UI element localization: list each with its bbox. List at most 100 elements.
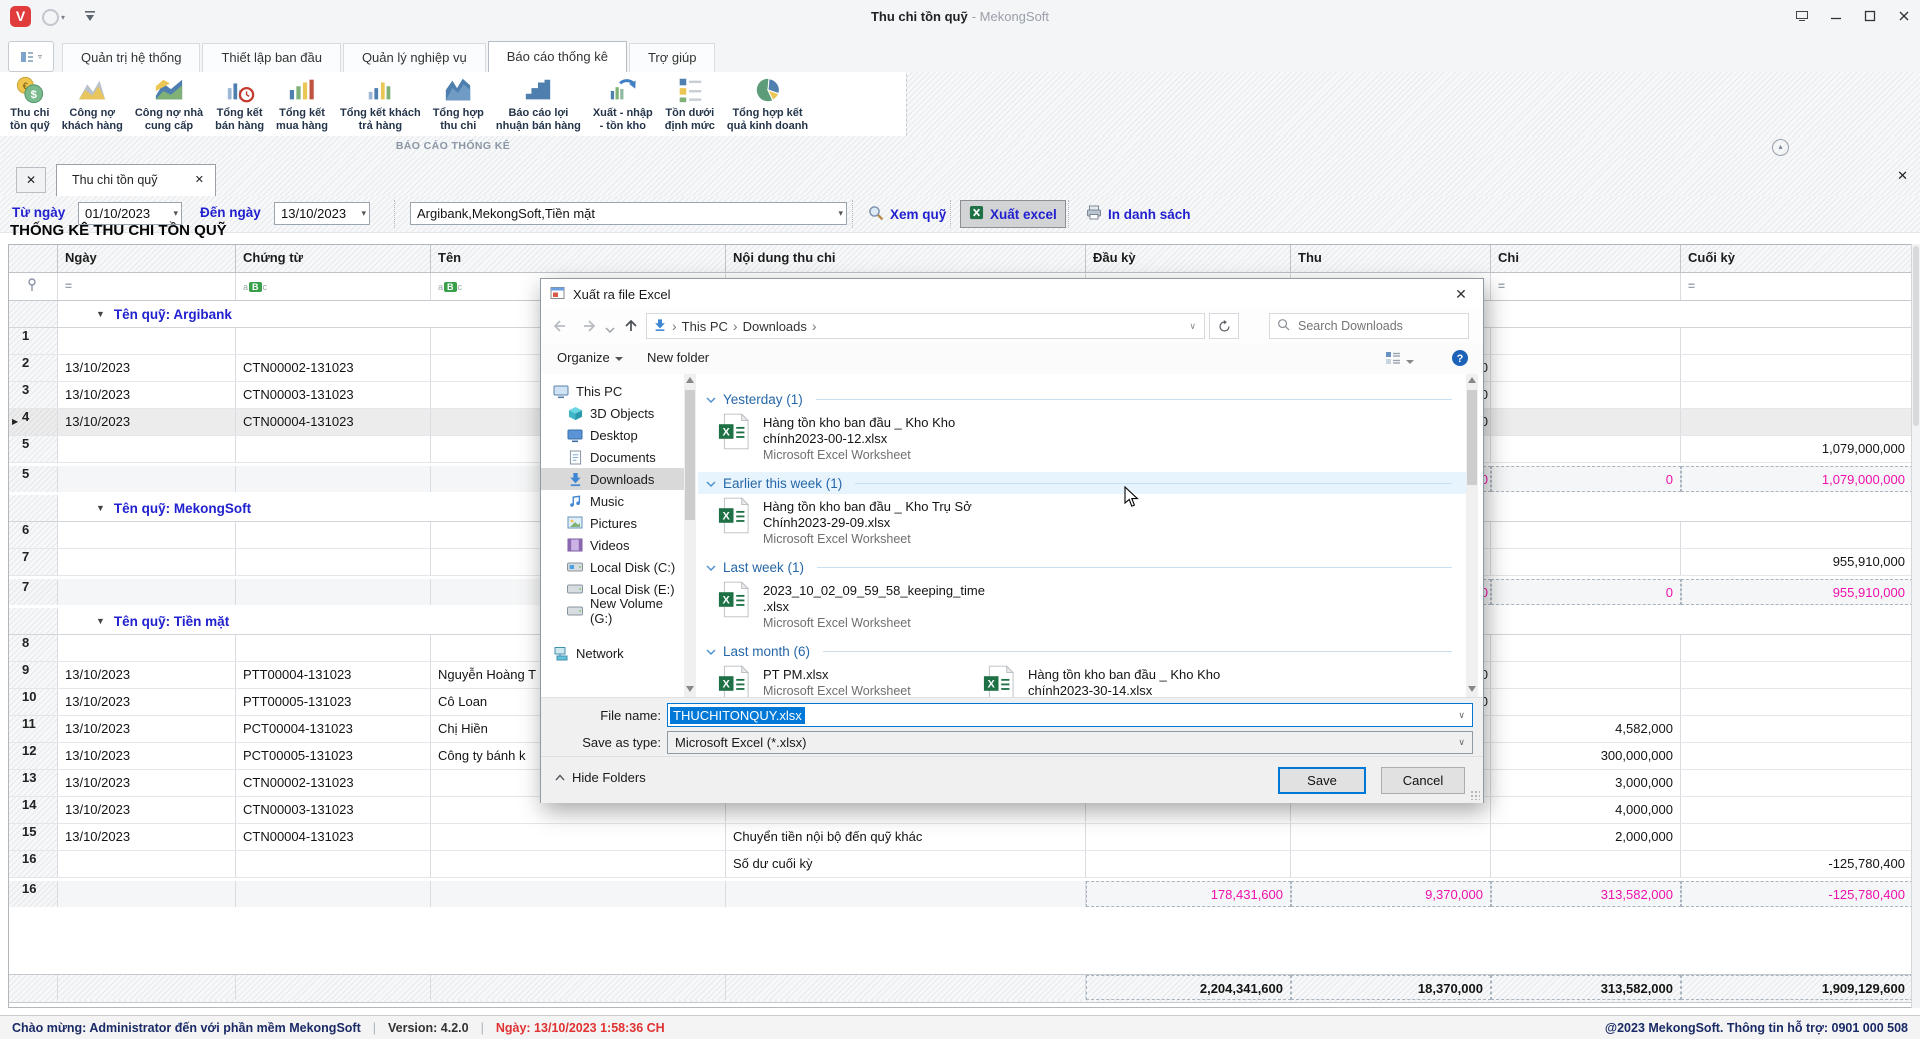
chevron-down-icon[interactable] <box>706 560 716 575</box>
ribbon-tab-0[interactable]: Quản trị hệ thống <box>62 43 200 72</box>
ribbon-item-tong-hop-thu-chi[interactable]: Tổng hợpthu chi <box>427 73 490 132</box>
close-tab-icon[interactable]: ✕ <box>195 173 204 186</box>
chevron-down-icon[interactable] <box>706 644 716 659</box>
filter-cell-equals[interactable]: = <box>1681 273 1912 300</box>
ribbon-item-thu-chi-ton-quy[interactable]: €$Thu chitồn quỹ <box>4 73 56 132</box>
sidebar-scrollbar[interactable] <box>684 374 696 697</box>
ribbon-item-cong-no-khach-hang[interactable]: Công nợkhách hàng <box>56 73 129 132</box>
sidebar-item-downloads[interactable]: Downloads <box>541 468 684 490</box>
chevron-down-icon[interactable] <box>605 322 615 337</box>
chevron-down-icon[interactable] <box>706 476 716 491</box>
sidebar-item-music[interactable]: Music <box>541 490 684 512</box>
ribbon-item-tong-ket-khach-tra-hang[interactable]: Tổng kết kháchtrả hàng <box>334 73 427 132</box>
column-header[interactable]: Tên <box>431 245 726 272</box>
scroll-up-icon[interactable] <box>1468 377 1476 385</box>
ribbon-tab-2[interactable]: Quản lý nghiệp vụ <box>343 43 486 72</box>
chevron-down-icon[interactable]: ▾ <box>173 203 178 224</box>
chevron-down-icon[interactable]: ∨ <box>1458 737 1465 748</box>
search-box[interactable] <box>1269 313 1469 339</box>
filter-cell-pin[interactable] <box>9 273 58 300</box>
help-icon[interactable]: ? <box>1451 349 1469 370</box>
hide-folders-button[interactable]: Hide Folders <box>555 770 646 785</box>
save-type-select[interactable]: Microsoft Excel (*.xlsx) ∨ <box>667 731 1473 754</box>
sidebar-item-pictures[interactable]: Pictures <box>541 512 684 534</box>
file-item[interactable]: XPT PM.xlsxMicrosoft Excel Worksheet <box>718 665 978 697</box>
address-bar[interactable]: › This PC › Downloads › ∨ <box>646 313 1205 339</box>
close-all-tabs-button[interactable]: ✕ <box>16 167 46 193</box>
up-icon[interactable] <box>623 318 639 337</box>
filter-cell-equals[interactable]: = <box>58 273 236 300</box>
ribbon-item-bao-cao-loi-nhuan-ban-hang[interactable]: Báo cáo lợinhuận bán hàng <box>490 73 587 132</box>
data-row[interactable]: 1513/10/2023CTN00004-131023Chuyển tiền n… <box>9 824 1911 851</box>
scrollbar-thumb[interactable] <box>1913 246 1919 426</box>
ribbon-item-cong-no-nha-cung-cap[interactable]: Công nợ nhàcung cấp <box>129 73 209 132</box>
file-item[interactable]: XHàng tồn kho ban đầu _ Kho Khochính2023… <box>718 413 978 463</box>
chevron-down-icon[interactable]: ▾ <box>838 203 843 224</box>
tab-thu-chi-ton-quy[interactable]: Thu chi tồn quỹ ✕ <box>56 164 216 197</box>
print-list-button[interactable]: In danh sách <box>1078 201 1199 227</box>
collapse-group-icon[interactable]: ▼ <box>96 503 105 513</box>
scroll-down-icon[interactable] <box>686 686 694 694</box>
fund-select[interactable]: Argibank,MekongSoft,Tiền mặt▾ <box>410 202 847 225</box>
close-icon[interactable] <box>1896 10 1912 25</box>
sidebar-item-network[interactable]: Network <box>541 642 684 664</box>
to-date-input[interactable]: 13/10/2023▾ <box>274 202 370 225</box>
ribbon-item-xuat-nhap-ton-kho[interactable]: Xuất - nhập- tồn kho <box>587 73 659 132</box>
breadcrumb-downloads[interactable]: Downloads <box>743 319 807 334</box>
sidebar-item-documents[interactable]: Documents <box>541 446 684 468</box>
scrollbar-thumb[interactable] <box>1467 390 1477 485</box>
filter-cell-abc[interactable]: aBc <box>236 273 431 300</box>
collapse-group-icon[interactable]: ▼ <box>96 309 105 319</box>
sidebar-item-local-disk-c[interactable]: Local Disk (C:) <box>541 556 684 578</box>
cancel-button[interactable]: Cancel <box>1381 767 1465 794</box>
column-header[interactable]: Chi <box>1491 245 1681 272</box>
breadcrumb-this-pc[interactable]: This PC <box>682 319 728 334</box>
new-folder-button[interactable]: New folder <box>647 350 709 365</box>
file-name-input[interactable]: THUCHITONQUY.xlsx ∨ <box>667 703 1473 727</box>
ribbon-tab-3[interactable]: Báo cáo thống kê <box>488 41 627 73</box>
close-icon[interactable]: ✕ <box>1439 279 1483 309</box>
ribbon-tab-4[interactable]: Trợ giúp <box>629 43 716 72</box>
scrollbar-thumb[interactable] <box>685 390 695 520</box>
column-header[interactable]: Thu <box>1291 245 1491 272</box>
search-input[interactable] <box>1296 318 1450 334</box>
sidebar-item-videos[interactable]: Videos <box>541 534 684 556</box>
column-header[interactable]: Nội dung thu chi <box>726 245 1086 272</box>
column-header[interactable]: Cuối kỳ <box>1681 245 1912 272</box>
chevron-down-icon[interactable] <box>706 392 716 407</box>
view-mode-icon[interactable] <box>1385 351 1414 368</box>
sidebar-item-3d-objects[interactable]: 3D Objects <box>541 402 684 424</box>
maximize-icon[interactable] <box>1862 10 1878 25</box>
chevron-down-icon[interactable]: ▾ <box>361 203 366 224</box>
collapse-ribbon-icon[interactable]: ▴ <box>1772 139 1789 156</box>
collapse-group-icon[interactable]: ▼ <box>96 616 105 626</box>
fit-screen-icon[interactable] <box>1794 10 1810 25</box>
ribbon-item-tong-hop-ket-qua-kinh-doanh[interactable]: Tổng hợp kếtquả kinh doanh <box>721 73 814 132</box>
minimize-icon[interactable] <box>1828 10 1844 25</box>
sidebar-item-this-pc[interactable]: This PC <box>541 380 684 402</box>
column-header[interactable]: Chứng từ <box>236 245 431 272</box>
refresh-icon[interactable] <box>1209 313 1239 339</box>
back-icon[interactable] <box>551 318 568 337</box>
export-excel-button[interactable]: Xuất excel <box>960 200 1066 228</box>
chevron-down-icon[interactable]: ∨ <box>1189 321 1196 332</box>
column-header[interactable]: Đầu kỳ <box>1086 245 1291 272</box>
vertical-scrollbar[interactable] <box>1911 244 1920 1008</box>
scroll-down-icon[interactable] <box>1468 686 1476 694</box>
chevron-down-icon[interactable]: ∨ <box>1458 710 1465 721</box>
file-item[interactable]: XHàng tồn kho ban đầu _ Kho Trụ SởChính2… <box>718 497 978 547</box>
filter-cell-equals[interactable]: = <box>1491 273 1681 300</box>
file-group-header[interactable]: Last week (1) <box>698 556 1466 578</box>
forward-icon[interactable] <box>581 318 598 337</box>
list-scrollbar[interactable] <box>1466 374 1478 697</box>
file-item[interactable]: XHàng tồn kho ban đầu _ Kho Khochính2023… <box>983 665 1243 697</box>
scroll-up-icon[interactable] <box>686 377 694 385</box>
file-item[interactable]: X2023_10_02_09_59_58_keeping_time.xlsxMi… <box>718 581 978 631</box>
file-group-header[interactable]: Yesterday (1) <box>698 388 1466 410</box>
file-group-header[interactable]: Earlier this week (1) <box>698 472 1466 494</box>
close-document-icon[interactable]: ✕ <box>1897 168 1908 184</box>
ribbon-item-tong-ket-ban-hang[interactable]: Tổng kếtbán hàng <box>209 73 270 132</box>
data-row[interactable]: 16Số dư cuối kỳ-125,780,400 <box>9 851 1911 878</box>
save-button[interactable]: Save <box>1278 767 1366 794</box>
ribbon-item-ton-duoi-dinh-muc[interactable]: Tồn dướiđịnh mức <box>659 73 721 132</box>
